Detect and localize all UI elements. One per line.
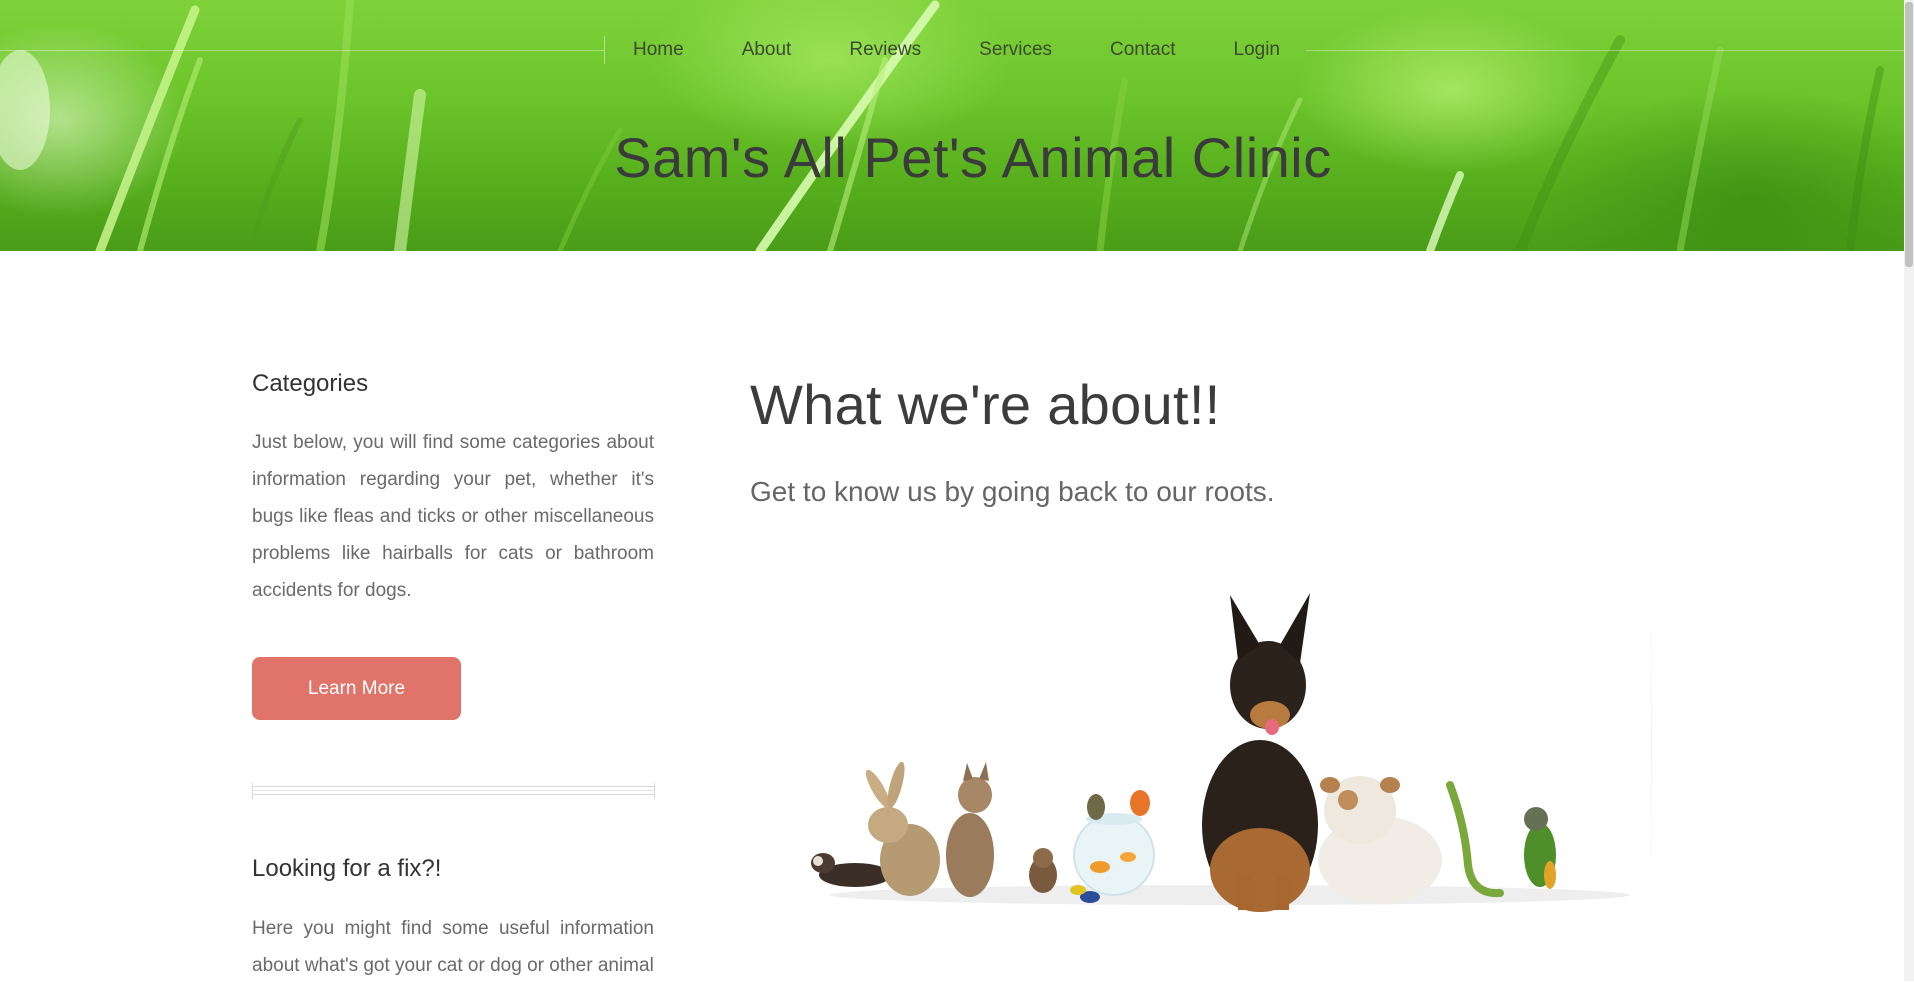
pets-illustration: [811, 593, 1630, 912]
main-nav: Home About Reviews Services Contact Logi…: [604, 36, 1309, 64]
cat-icon: [946, 762, 994, 897]
about-heading: What we're about!!: [750, 373, 1221, 436]
pets-group-image: [760, 575, 1652, 915]
categories-heading: Categories: [252, 370, 369, 397]
dog-shepherd-icon: [1202, 593, 1318, 912]
nav-home[interactable]: Home: [604, 36, 713, 64]
fix-description: Here you might find some useful informat…: [252, 918, 654, 976]
learn-more-button[interactable]: Learn More: [252, 657, 461, 720]
nav-reviews[interactable]: Reviews: [820, 36, 950, 64]
site-title: Sam's All Pet's Animal Clinic: [614, 126, 1332, 189]
ferret-icon: [811, 853, 891, 887]
nav-rule-left: [0, 50, 604, 51]
about-subheading: Get to know us by going back to our root…: [750, 476, 1275, 507]
scrollbar-thumb[interactable]: [1905, 2, 1913, 267]
nav-contact[interactable]: Contact: [1081, 36, 1204, 64]
looking-for-fix-heading: Looking for a fix?!: [252, 855, 442, 882]
nav-about[interactable]: About: [713, 36, 821, 64]
section-divider: [252, 783, 655, 799]
fishbowl-icon: [1073, 813, 1155, 896]
hero-header: Home About Reviews Services Contact Logi…: [0, 0, 1904, 251]
nav-services[interactable]: Services: [950, 36, 1081, 64]
hamster-icon: [1029, 848, 1057, 893]
dog-bulldog-icon: [1318, 776, 1442, 904]
nav-rule-right: [1306, 50, 1904, 51]
snake-icon: [1446, 781, 1504, 898]
categories-description: Just below, you will find some categorie…: [252, 432, 654, 601]
parrot-icon: [1524, 807, 1556, 889]
image-edge: [1651, 575, 1652, 915]
page-scrollbar[interactable]: [1904, 0, 1914, 981]
nav-login[interactable]: Login: [1205, 36, 1310, 64]
